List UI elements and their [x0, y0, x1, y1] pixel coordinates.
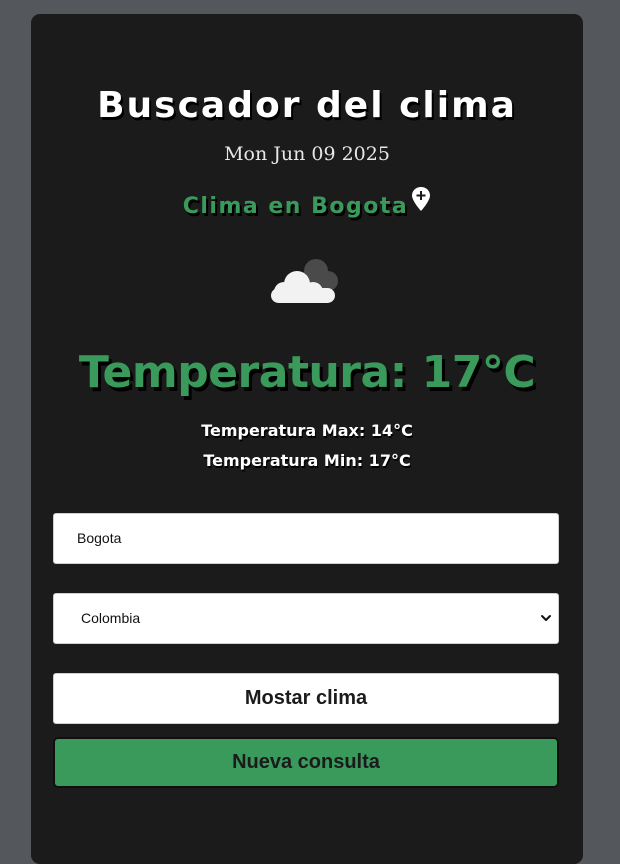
- city-input[interactable]: Bogota: [53, 513, 559, 564]
- chevron-down-icon: [541, 615, 551, 621]
- temperature-display: Temperatura: 17°C: [78, 347, 536, 398]
- location-label: Clima en Bogota: [182, 194, 409, 219]
- weather-card: Buscador del clima Mon Jun 09 2025 Clima…: [31, 14, 583, 864]
- show-weather-button[interactable]: Mostar clima: [53, 673, 559, 724]
- page-title: Buscador del clima: [97, 85, 517, 126]
- cloudy-icon: [271, 259, 338, 303]
- current-date: Mon Jun 09 2025: [224, 143, 390, 165]
- temperature-max: Temperatura Max: 14°C: [201, 421, 413, 440]
- country-select[interactable]: Colombia: [53, 593, 559, 644]
- temperature-min: Temperatura Min: 17°C: [203, 451, 411, 470]
- country-select-value: Colombia: [81, 610, 141, 626]
- location-heading: Clima en Bogota: [31, 187, 583, 222]
- map-pin-plus-icon: [412, 187, 431, 211]
- new-query-button[interactable]: Nueva consulta: [53, 737, 559, 788]
